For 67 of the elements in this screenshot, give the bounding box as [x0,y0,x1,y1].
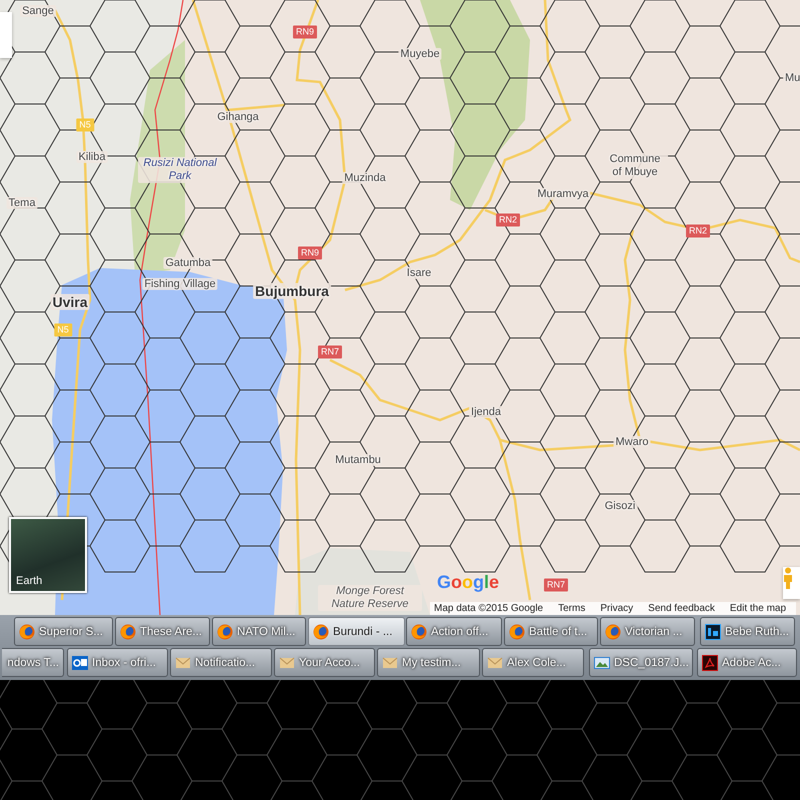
envelope-icon [487,654,503,670]
place-label: Mutambu [333,454,383,466]
taskbar-button[interactable]: Superior S... [14,617,113,646]
browser-icon [411,624,427,640]
road-marker: RN7 [544,578,568,592]
place-label: Isare [404,267,434,279]
browser-icon [217,624,233,640]
attribution-link[interactable]: Terms [558,603,586,614]
taskbar-button[interactable]: Burundi - ... [308,617,405,646]
taskbar-button[interactable]: DSC_0187.J... [589,648,693,677]
place-label: Kiliba [76,151,108,163]
place-label: Muyebe [398,48,442,60]
taskbar-button[interactable]: Battle of t... [504,617,598,646]
attribution-link[interactable]: Send feedback [648,603,715,614]
place-label: Mu [783,72,800,84]
taskbar-button[interactable]: NATO Mil... [212,617,306,646]
taskbar-button[interactable]: These Are... [115,617,210,646]
street-view-button[interactable] [783,567,800,599]
place-label: Uvira [50,294,90,310]
place-label: Gatumba [163,257,213,269]
envelope-icon [382,654,398,670]
browser-icon [605,624,621,640]
road-marker: RN9 [298,246,322,260]
taskbar-button[interactable]: Inbox - ofri... [67,648,168,677]
place-label: Muramvya [535,188,591,200]
pdf-icon [702,654,718,670]
taskbar-button[interactable]: Notificatio... [170,648,272,677]
browser-icon [313,624,329,640]
taskbar-button[interactable]: Alex Cole... [482,648,584,677]
place-label: Fishing Village [142,278,218,290]
earth-view-button[interactable]: Earth [9,517,87,593]
panel-toggle-button[interactable] [0,12,12,58]
taskbar-button[interactable]: Your Acco... [274,648,375,677]
attribution-link[interactable]: Privacy [600,603,634,614]
map-logo: Google [437,572,500,593]
map-data-text: Map data ©2015 Google [434,603,544,614]
place-label: Gihanga [215,111,261,123]
road-marker: RN2 [496,214,520,226]
road-marker: RN2 [686,224,710,238]
attribution-link[interactable]: Edit the map [730,603,786,614]
place-label: Monge Forest Nature Reserve [318,585,422,611]
place-label: Ijenda [469,406,503,418]
image-icon [594,654,610,670]
road-marker: RN7 [318,346,342,358]
outlook-icon [72,654,88,670]
road-marker: RN9 [293,26,317,38]
place-label: Mwaro [614,436,650,448]
place-label: Sange [20,5,56,17]
browser-icon [509,624,525,640]
person-icon [783,567,793,589]
taskbar-button[interactable]: Bebe Ruth... [700,617,795,646]
taskbar-button[interactable]: My testim... [377,648,480,677]
taskbar-button[interactable]: Victorian ... [600,617,695,646]
browser-icon [19,624,35,640]
place-label: Tema [6,197,38,209]
place-label: Gisozi [602,500,638,512]
taskbar-button[interactable]: Action off... [406,617,502,646]
taskbar-button[interactable]: ndows T... [2,648,64,677]
envelope-icon [279,654,295,670]
road-marker: N5 [76,118,94,132]
browser-icon [120,624,136,640]
road-marker: N5 [54,324,72,336]
photoshop-icon [705,624,721,640]
taskbar-button[interactable]: Adobe Ac... [697,648,797,677]
place-label: Bujumbura [253,283,331,299]
envelope-icon [175,654,191,670]
place-label: Muzinda [342,172,388,184]
